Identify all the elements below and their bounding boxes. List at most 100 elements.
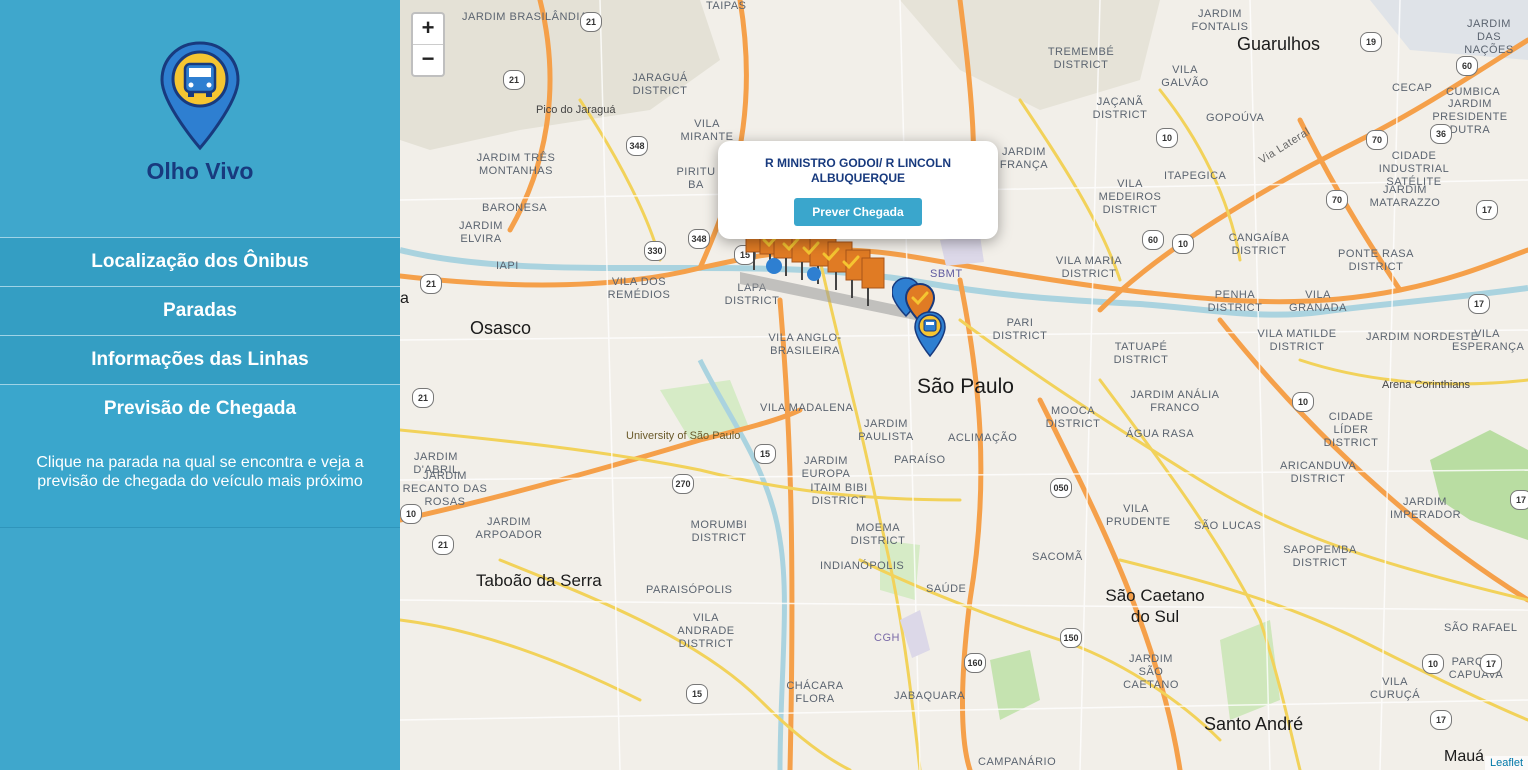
map-label: PARAÍSO [894,454,946,466]
highway-shield: 330 [644,241,666,261]
map-label: MOOCA DISTRICT [1045,405,1101,430]
map-label: IAPI [496,260,519,272]
map-label: Arena Corinthians [1382,379,1471,391]
bus-location-logo-icon [160,41,240,151]
map-label: CIDADE LÍDER DISTRICT [1323,411,1379,449]
map-label: JARDIM FRANÇA [999,146,1049,171]
map-label: ÁGUA RASA [1126,428,1195,440]
map-label: BARONESA [482,202,548,214]
highway-shield: 21 [420,274,442,294]
map-label: VILA ANGLO-BRASILEIRA [768,332,842,357]
menu-item-arrival-forecast[interactable]: Previsão de Chegada [0,384,400,433]
highway-shield: 21 [580,12,602,32]
map-label: TREMEMBÉ DISTRICT [1047,46,1115,71]
stop-name: R MINISTRO GODOI/ R LINCOLN ALBUQUERQUE [765,156,951,185]
map-label: MOEMA DISTRICT [850,522,906,547]
map-label: JABAQUARA [894,690,966,702]
map-label: JARDIM DAS NAÇÕES [1464,18,1514,56]
map-label: ITAPEGICA [1164,170,1227,182]
highway-shield: 10 [1422,654,1444,674]
map-label: CHÁCARA FLORA [786,680,844,705]
highway-shield: 150 [1060,628,1082,648]
menu-item-line-info[interactable]: Informações das Linhas [0,335,400,384]
map-label: PENHA DISTRICT [1207,289,1263,314]
map-label: Pico do Jaraguá [536,104,616,116]
map-label: ACLIMAÇÃO [948,432,1018,444]
highway-shield: 15 [686,684,708,704]
map-label: VILA GALVÃO [1161,64,1209,89]
city-label: São Paulo [917,375,1014,398]
highway-shield: 70 [1366,130,1388,150]
map-label: SAÚDE [926,583,967,595]
highway-shield: 15 [754,444,776,464]
map-label: VILA ESPERANÇA [1452,328,1525,353]
map-label: JARDIM PAULISTA [858,418,914,443]
menu-item-stops[interactable]: Paradas [0,286,400,335]
app-title: Olho Vivo [146,158,254,184]
map-label: SÃO RAFAEL [1444,622,1518,634]
brand: Olho Vivo [0,40,400,185]
map-label: VILA MARIA DISTRICT [1055,255,1123,280]
sidebar-menu: Localização dos Ônibus Paradas Informaçõ… [0,237,400,528]
map-label: PIRITU BA [676,166,716,191]
map-label: VILA MEDEIROS DISTRICT [1098,178,1162,216]
highway-shield: 21 [412,388,434,408]
map-label: University of São Paulo [626,430,741,442]
map-label: CECAP [1392,82,1433,94]
zoom-in-button[interactable]: + [413,14,443,44]
map-label: VILA GRANADA [1289,289,1347,314]
map-label: VILA MADALENA [760,402,854,414]
highway-shield: 70 [1326,190,1348,210]
map-label: VILA PRUDENTE [1106,503,1171,528]
highway-shield: 36 [1430,124,1452,144]
arrival-forecast-info: Clique na parada na qual se encontra e v… [0,433,400,528]
city-label: a [400,290,409,307]
highway-shield: 17 [1480,654,1502,674]
city-label: Guarulhos [1237,34,1321,54]
highway-shield: 17 [1510,490,1528,510]
highway-shield: 270 [672,474,694,494]
map-label: CAMPANÁRIO [978,756,1057,768]
map-label: TAIPAS [706,0,747,12]
map[interactable]: + − JARDIM BRASILÂNDIA TAIPAS JARAGUÁ DI… [400,0,1528,770]
city-label: Osasco [470,318,532,338]
predict-arrival-button[interactable]: Prever Chegada [794,198,922,226]
highway-shield: 348 [688,229,710,249]
map-label: JARDIM EUROPA [801,455,851,480]
highway-shield: 10 [1292,392,1314,412]
map-label: JARDIM TRÊS MONTANHAS [476,152,556,177]
map-label: JARDIM ELVIRA [459,220,503,245]
zoom-out-button[interactable]: − [413,44,443,75]
bus-location-pin-icon[interactable] [914,311,946,357]
leaflet-attribution-link[interactable]: Leaflet [1484,756,1528,770]
map-label: INDIANÓPOLIS [820,560,905,572]
highway-shield: 21 [503,70,525,90]
map-label: PARAISÓPOLIS [646,584,733,596]
map-label: SÃO LUCAS [1194,520,1262,532]
highway-shield: 348 [626,136,648,156]
highway-shield: 60 [1142,230,1164,250]
map-label: ITAIM BIBI DISTRICT [810,482,868,507]
highway-shield: 60 [1456,56,1478,76]
map-label: TATUAPÉ DISTRICT [1113,341,1169,366]
sidebar: Olho Vivo Localização dos Ônibus Paradas… [0,0,400,770]
map-label: JARDIM SÃO CAETANO [1123,653,1179,691]
highway-shield: 10 [1156,128,1178,148]
highway-shield: 10 [1172,234,1194,254]
map-label: SAPOPEMBA DISTRICT [1283,544,1357,569]
menu-item-bus-location[interactable]: Localização dos Ônibus [0,237,400,286]
highway-shield: 050 [1050,478,1072,498]
highway-shield: 19 [1360,32,1382,52]
map-label: JARDIM ANÁLIA FRANCO [1130,389,1220,414]
map-label: JARDIM IMPERADOR [1390,496,1462,521]
stop-popup: R MINISTRO GODOI/ R LINCOLN ALBUQUERQUE … [718,141,998,239]
city-label: São Caetano do Sul [1105,586,1205,626]
zoom-control: + − [411,12,445,77]
map-label: JARDIM BRASILÂNDIA [462,11,588,23]
highway-shield: 17 [1468,294,1490,314]
map-label: JARDIM ARPOADOR [475,516,543,541]
map-label: ARICANDUVA DISTRICT [1280,460,1357,485]
map-label: PARI DISTRICT [992,317,1048,342]
map-label: PONTE RASA DISTRICT [1338,248,1414,273]
map-label: JARDIM MATARAZZO [1369,184,1441,209]
